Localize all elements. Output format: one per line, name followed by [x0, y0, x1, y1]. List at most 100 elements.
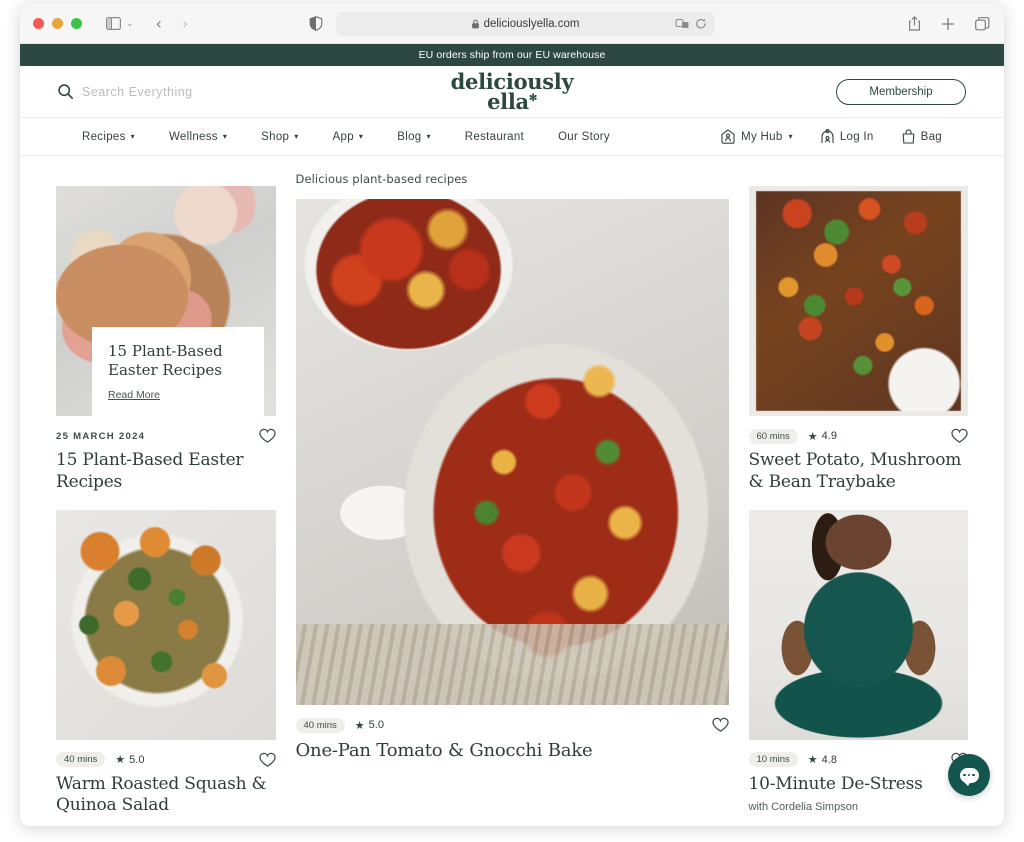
hero-date: 25 MARCH 2024 — [56, 430, 146, 442]
recipe-image-gnocchi-bake[interactable] — [295, 199, 729, 705]
chevron-down-icon: ▾ — [788, 132, 793, 141]
column-left: 15 Plant-Based Easter Recipes Read More … — [56, 172, 276, 826]
column-right: 60 mins ★ 4.9 Sweet Potato, Mushroom & B… — [748, 172, 969, 826]
rating-value: 4.9 — [821, 430, 837, 442]
chevron-down-icon: ▾ — [426, 132, 431, 141]
hero-meta-row: 25 MARCH 2024 — [56, 427, 276, 445]
card-hero-easter-recipes[interactable]: 15 Plant-Based Easter Recipes Read More … — [56, 186, 276, 494]
bag-icon — [902, 129, 915, 144]
nav-item-blog[interactable]: Blog ▾ — [397, 131, 431, 143]
hero-title[interactable]: 15 Plant-Based Easter Recipes — [56, 450, 276, 494]
chat-widget-button[interactable] — [948, 754, 990, 796]
browser-window: ⌄ ‹ › deliciouslyella.com EU orders ship… — [20, 4, 1004, 826]
window-controls[interactable] — [33, 18, 82, 29]
save-heart-icon[interactable] — [258, 428, 276, 444]
star-icon: ★ — [807, 430, 818, 443]
announcement-bar: EU orders ship from our EU warehouse — [20, 44, 1004, 66]
rating-value: 4.8 — [821, 753, 837, 766]
sidebar-toggle-icon[interactable] — [106, 17, 121, 30]
cook-time-badge: 40 mins — [56, 752, 106, 767]
minimize-window-button[interactable] — [52, 18, 63, 29]
logo-asterisk-icon: ✻ — [528, 92, 537, 104]
nav-label: Restaurant — [464, 130, 525, 143]
share-icon[interactable] — [908, 16, 921, 31]
card-10-minute-de-stress[interactable]: 10 mins ★ 4.8 10-Minute De-Stress with C… — [748, 509, 969, 814]
rating: ★ 5.0 — [115, 753, 144, 767]
card-title[interactable]: Sweet Potato, Mushroom & Bean Traybake — [749, 450, 969, 494]
maximize-window-button[interactable] — [71, 18, 82, 29]
chevron-down-icon: ▾ — [222, 132, 228, 141]
main-content: 15 Plant-Based Easter Recipes Read More … — [20, 156, 1004, 826]
nav-primary-items: Recipes ▾ Wellness ▾ Shop ▾ App ▾ Blog ▾… — [82, 131, 610, 143]
url-text-wrap: deliciouslyella.com — [472, 17, 580, 30]
hub-house-icon — [721, 129, 735, 144]
back-arrow-icon[interactable]: ‹ — [156, 14, 162, 33]
cook-time-badge: 10 mins — [748, 752, 798, 767]
search-input-placeholder[interactable]: Search Everything — [82, 85, 193, 99]
nav-label: Log In — [839, 130, 874, 143]
url-zone: deliciouslyella.com — [309, 11, 715, 36]
save-heart-icon[interactable] — [258, 752, 276, 767]
nav-item-wellness[interactable]: Wellness ▾ — [169, 131, 227, 143]
nav-item-restaurant[interactable]: Restaurant — [465, 131, 524, 143]
plus-icon[interactable] — [941, 17, 955, 31]
address-bar[interactable]: deliciouslyella.com — [336, 11, 715, 36]
primary-navigation: Recipes ▾ Wellness ▾ Shop ▾ App ▾ Blog ▾… — [20, 118, 1004, 156]
chat-bubble-icon — [959, 767, 979, 786]
nav-label: Shop — [261, 130, 290, 143]
card-title[interactable]: One-Pan Tomato & Gnocchi Bake — [296, 739, 729, 762]
nav-label: Blog — [397, 130, 422, 143]
site-logo[interactable]: deliciously ella✻ — [451, 71, 574, 114]
star-icon: ★ — [807, 754, 818, 766]
card-warm-roasted-squash[interactable]: 40 mins ★ 5.0 Warm Roasted Squash & Quin… — [56, 509, 276, 818]
recipe-image-squash-salad[interactable] — [56, 509, 276, 740]
nav-item-our-story[interactable]: Our Story — [558, 131, 610, 143]
card-one-pan-gnocchi[interactable]: 40 mins ★ 5.0 One-Pan Tomato & Gnocchi B… — [295, 199, 729, 762]
hero-image[interactable]: 15 Plant-Based Easter Recipes Read More — [56, 186, 276, 416]
reload-icon[interactable] — [696, 18, 707, 30]
logo-line-2: ella✻ — [487, 88, 537, 114]
read-more-link[interactable]: Read More — [108, 389, 160, 401]
nav-label: Wellness — [168, 130, 218, 143]
tab-overview-icon[interactable] — [975, 16, 990, 31]
url-host: deliciouslyella.com — [483, 17, 580, 30]
nav-item-shop[interactable]: Shop ▾ — [261, 131, 298, 143]
nav-label: Recipes — [82, 130, 126, 143]
rating: ★ 4.8 — [807, 753, 837, 767]
toolbar-right-actions[interactable] — [908, 16, 990, 31]
sidebar-chevron-down-icon[interactable]: ⌄ — [126, 18, 134, 29]
nav-item-log-in[interactable]: Log In — [821, 129, 874, 144]
star-icon: ★ — [115, 754, 126, 766]
search-box[interactable]: Search Everything — [58, 84, 193, 99]
recipe-image-traybake[interactable] — [748, 186, 968, 416]
nav-label: Bag — [920, 130, 942, 143]
privacy-shield-icon[interactable] — [309, 16, 323, 31]
cook-time-badge: 40 mins — [295, 717, 345, 733]
save-heart-icon[interactable] — [951, 428, 968, 444]
card-meta-row: 10 mins ★ 4.8 — [748, 751, 969, 769]
nav-item-my-hub[interactable]: My Hub ▾ — [721, 129, 793, 144]
card-sweet-potato-traybake[interactable]: 60 mins ★ 4.9 Sweet Potato, Mushroom & B… — [748, 186, 969, 494]
navigation-arrows[interactable]: ‹ › — [156, 14, 189, 33]
search-icon — [58, 84, 73, 99]
card-meta-row: 40 mins ★ 5.0 — [295, 716, 729, 734]
hero-overlay-title: 15 Plant-Based Easter Recipes — [108, 341, 223, 379]
close-window-button[interactable] — [33, 18, 44, 29]
nav-utility-items: My Hub ▾ Log In Bag — [721, 129, 942, 144]
lock-icon — [472, 19, 479, 28]
nav-item-bag[interactable]: Bag — [902, 129, 942, 144]
forward-arrow-icon: › — [181, 14, 189, 33]
nav-item-app[interactable]: App ▾ — [333, 131, 364, 143]
card-subtitle: with Cordelia Simpson — [748, 801, 858, 814]
address-bar-actions[interactable] — [675, 18, 707, 30]
site-header: Search Everything deliciously ella✻ Memb… — [20, 66, 1004, 118]
card-title[interactable]: Warm Roasted Squash & Quinoa Salad — [56, 774, 276, 818]
extension-icon[interactable] — [675, 18, 690, 29]
membership-button[interactable]: Membership — [836, 78, 966, 105]
nav-label: App — [332, 130, 354, 143]
save-heart-icon[interactable] — [711, 717, 729, 733]
wellness-image-de-stress[interactable] — [748, 509, 968, 740]
rating: ★ 5.0 — [355, 719, 384, 732]
nav-item-recipes[interactable]: Recipes ▾ — [82, 131, 135, 143]
card-title[interactable]: 10-Minute De-Stress — [749, 774, 969, 796]
